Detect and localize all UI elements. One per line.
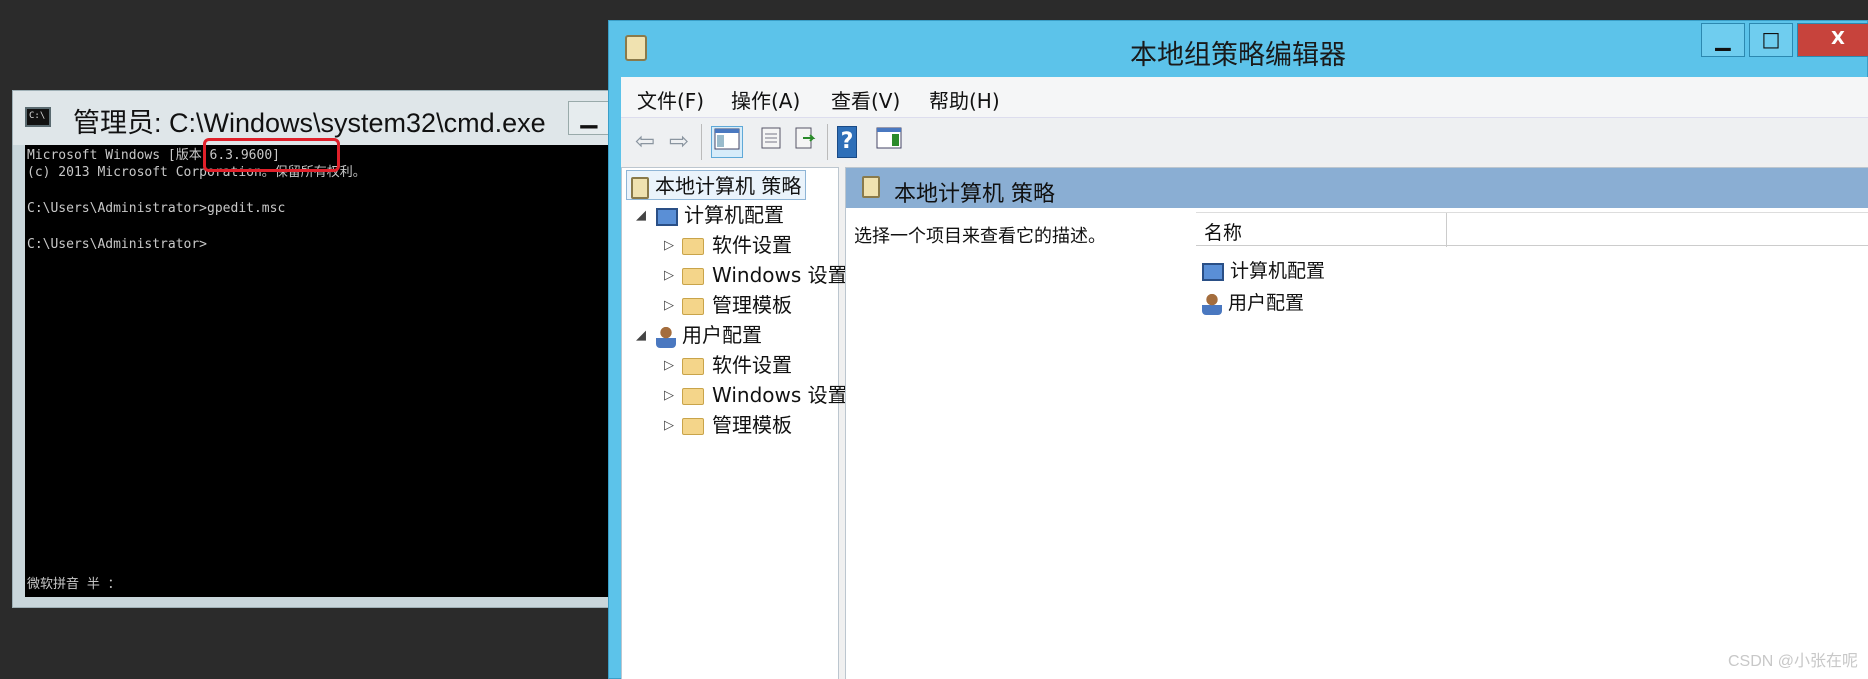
tree-item-computer-templates[interactable]: 管理模板 [682, 290, 792, 320]
tree-label: 用户配置 [682, 323, 762, 347]
close-button[interactable]: X [1797, 23, 1868, 57]
tree-label: 计算机配置 [684, 203, 784, 227]
pane-header: 本地计算机 策略 [846, 168, 1868, 208]
export-list-icon[interactable] [789, 126, 821, 158]
ime-status: 微软拼音 半 ： [27, 577, 121, 592]
folder-icon [682, 298, 704, 315]
menu-help[interactable]: 帮助(H) [929, 85, 1000, 114]
column-header: 名称 [1196, 212, 1868, 247]
gpedit-title-bar[interactable]: 本地组策略编辑器 ▁ □ X [609, 21, 1868, 77]
command-highlight-box [203, 138, 340, 172]
tree-item-user-templates[interactable]: 管理模板 [682, 410, 792, 440]
user-icon [1202, 292, 1222, 315]
computer-icon [656, 207, 678, 226]
list-label: 计算机配置 [1230, 260, 1326, 282]
gpedit-client: 文件(F) 操作(A) 查看(V) 帮助(H) ⇦ ⇨ ? 本地计算机 策略 ◢… [621, 77, 1868, 679]
gpedit-title: 本地组策略编辑器 [1130, 40, 1346, 70]
tree-item-computer-software[interactable]: 软件设置 [682, 230, 792, 260]
column-divider[interactable] [1446, 213, 1447, 247]
minimize-button[interactable]: ▁ [1701, 23, 1745, 57]
console-prompt: C:\Users\Administrator> [27, 237, 208, 252]
show-hide-tree-icon[interactable] [711, 126, 743, 158]
console-line: C:\Users\Administrator>gpedit.msc [27, 201, 286, 216]
details-pane: 本地计算机 策略 选择一个项目来查看它的描述。 名称 计算机配置 用户配置 [845, 167, 1868, 679]
watermark: CSDN @小张在呢 [1727, 653, 1858, 670]
cmd-title: 管理员: C:\Windows\system32\cmd.exe [73, 108, 546, 138]
expand-arrow-icon[interactable]: ▷ [664, 298, 674, 313]
tree-item-user-config[interactable]: 用户配置 [656, 320, 762, 350]
folder-icon [682, 268, 704, 285]
folder-icon [682, 388, 704, 405]
tree-label: 管理模板 [712, 293, 792, 317]
menu-file[interactable]: 文件(F) [637, 85, 704, 114]
tree-item-user-software[interactable]: 软件设置 [682, 350, 792, 380]
folder-icon [682, 358, 704, 375]
properties-icon[interactable] [755, 126, 787, 158]
tree-label: Windows 设置 [712, 383, 848, 407]
back-arrow-icon[interactable]: ⇦ [629, 126, 661, 158]
list-item-computer-config[interactable]: 计算机配置 [1202, 256, 1325, 283]
toolbar: ⇦ ⇨ ? [621, 117, 1868, 163]
user-icon [656, 325, 676, 348]
cmd-window: C:\ 管理员: C:\Windows\system32\cmd.exe ▁ M… [12, 90, 613, 608]
action-pane-icon[interactable] [873, 126, 905, 158]
menu-view[interactable]: 查看(V) [831, 85, 900, 114]
cmd-title-bar[interactable]: C:\ 管理员: C:\Windows\system32\cmd.exe ▁ [13, 91, 611, 145]
menu-bar: 文件(F) 操作(A) 查看(V) 帮助(H) [621, 77, 1868, 117]
expand-arrow-icon[interactable]: ▷ [664, 238, 674, 253]
gpedit-window: 本地组策略编辑器 ▁ □ X 文件(F) 操作(A) 查看(V) 帮助(H) ⇦… [608, 20, 1868, 679]
folder-icon [682, 238, 704, 255]
policy-icon [862, 176, 880, 198]
tree-item-root[interactable]: 本地计算机 策略 [626, 170, 807, 200]
tree-item-computer-windows[interactable]: Windows 设置 [682, 260, 848, 290]
expand-arrow-icon[interactable]: ▷ [664, 418, 674, 433]
forward-arrow-icon[interactable]: ⇨ [663, 126, 695, 158]
cmd-console[interactable]: Microsoft Windows [版本 6.3.9600] (c) 2013… [25, 145, 613, 597]
expand-arrow-icon[interactable]: ▷ [664, 358, 674, 373]
policy-icon [631, 176, 649, 199]
expand-arrow-icon[interactable]: ▷ [664, 388, 674, 403]
tree-label: 管理模板 [712, 413, 792, 437]
list-label: 用户配置 [1228, 292, 1305, 314]
menu-action[interactable]: 操作(A) [731, 85, 800, 114]
cmd-app-icon: C:\ [25, 107, 51, 127]
folder-icon [682, 418, 704, 435]
collapse-arrow-icon[interactable]: ◢ [636, 208, 646, 223]
column-name[interactable]: 名称 [1204, 218, 1242, 245]
maximize-button[interactable]: □ [1749, 23, 1793, 57]
pane-description: 选择一个项目来查看它的描述。 [854, 226, 1106, 247]
computer-icon [1202, 262, 1224, 281]
list-item-user-config[interactable]: 用户配置 [1202, 288, 1304, 315]
pane-title: 本地计算机 策略 [894, 182, 1055, 207]
tree-label: 本地计算机 策略 [655, 174, 802, 198]
tree-item-user-windows[interactable]: Windows 设置 [682, 380, 848, 410]
help-icon[interactable]: ? [837, 126, 857, 158]
tree-label: 软件设置 [712, 353, 792, 377]
expand-arrow-icon[interactable]: ▷ [664, 268, 674, 283]
tree-item-computer-config[interactable]: 计算机配置 [656, 200, 784, 230]
cmd-minimize-button[interactable]: ▁ [568, 101, 610, 135]
tree-pane: 本地计算机 策略 ◢ 计算机配置 ▷ 软件设置 ▷ Windows 设置 ▷ 管… [621, 167, 848, 679]
tree-label: Windows 设置 [712, 263, 848, 287]
collapse-arrow-icon[interactable]: ◢ [636, 328, 646, 343]
tree-label: 软件设置 [712, 233, 792, 257]
